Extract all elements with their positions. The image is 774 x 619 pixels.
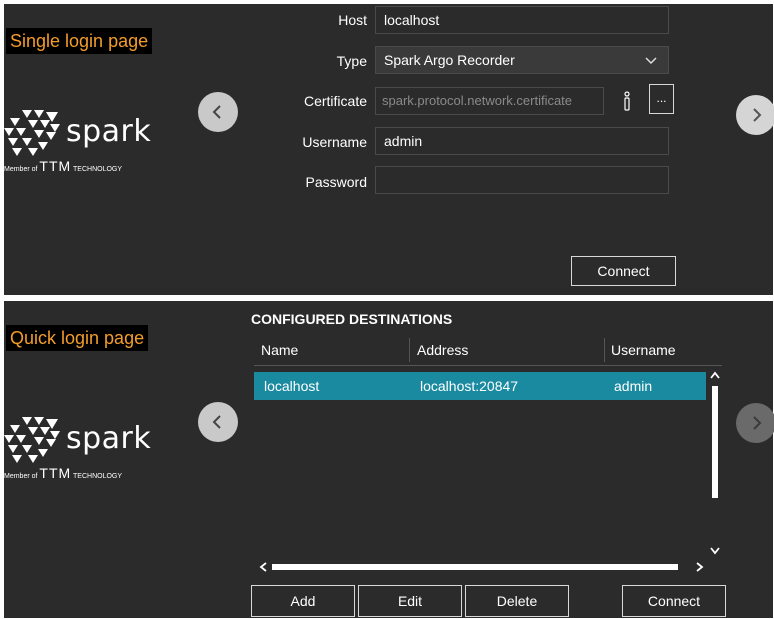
- logo-member-prefix: Member of: [4, 166, 38, 173]
- next-page-button[interactable]: [736, 95, 774, 135]
- delete-button[interactable]: Delete: [465, 585, 569, 617]
- logo-ttm: TTM: [39, 158, 72, 174]
- page-label: Quick login page: [6, 325, 149, 351]
- spark-logo: spark Member of TTM TECHNOLOGY: [4, 108, 164, 178]
- scroll-right-icon[interactable]: [695, 561, 705, 573]
- spark-logo-icon: [4, 110, 60, 156]
- info-icon[interactable]: [621, 88, 633, 114]
- logo-tagline: Member of TTM TECHNOLOGY: [4, 158, 122, 174]
- previous-page-button[interactable]: [198, 402, 238, 442]
- column-header-name[interactable]: Name: [261, 342, 298, 358]
- connect-button[interactable]: Connect: [622, 585, 726, 617]
- column-divider[interactable]: [604, 338, 605, 362]
- edit-button[interactable]: Edit: [358, 585, 462, 617]
- next-page-button[interactable]: [736, 403, 774, 443]
- spark-logo-icon: [4, 417, 60, 463]
- quick-login-panel: Quick login page spark Member of TTM TEC…: [4, 301, 774, 618]
- certificate-label: Certificate: [303, 93, 367, 109]
- previous-page-button[interactable]: [198, 92, 238, 132]
- configured-destinations-title: CONFIGURED DESTINATIONS: [251, 311, 453, 327]
- username-input[interactable]: admin: [375, 127, 669, 155]
- single-login-panel: Single login page spark Member of TTM TE…: [4, 4, 774, 295]
- scroll-left-icon[interactable]: [258, 561, 268, 573]
- logo-ttm: TTM: [39, 465, 72, 481]
- chevron-down-icon: [645, 57, 657, 65]
- logo-wordmark: spark: [66, 421, 152, 456]
- scroll-down-icon[interactable]: [709, 546, 721, 556]
- row-username: admin: [614, 378, 653, 394]
- column-divider[interactable]: [409, 338, 410, 362]
- chevron-right-icon: [753, 416, 762, 430]
- column-header-username[interactable]: Username: [611, 342, 676, 358]
- chevron-left-icon: [212, 105, 221, 119]
- type-select[interactable]: Spark Argo Recorder: [375, 46, 669, 74]
- logo-member-prefix: Member of: [4, 473, 38, 480]
- connect-button[interactable]: Connect: [571, 256, 676, 286]
- destinations-table: localhost localhost:20847 admin: [254, 365, 722, 590]
- spark-logo: spark Member of TTM TECHNOLOGY: [4, 415, 164, 485]
- vertical-scrollbar-thumb[interactable]: [712, 386, 718, 498]
- logo-technology: TECHNOLOGY: [73, 166, 123, 173]
- logo-tagline: Member of TTM TECHNOLOGY: [4, 465, 122, 481]
- page-label: Single login page: [6, 28, 153, 54]
- logo-wordmark: spark: [66, 114, 152, 149]
- table-row[interactable]: localhost localhost:20847 admin: [254, 372, 706, 400]
- horizontal-scrollbar-thumb[interactable]: [272, 564, 678, 570]
- host-input[interactable]: localhost: [375, 6, 669, 34]
- logo-technology: TECHNOLOGY: [73, 473, 123, 480]
- password-input[interactable]: [375, 166, 669, 194]
- chevron-left-icon: [212, 415, 221, 429]
- scroll-up-icon[interactable]: [709, 370, 721, 380]
- password-label: Password: [305, 174, 367, 190]
- column-header-address[interactable]: Address: [417, 342, 468, 358]
- type-label: Type: [336, 53, 367, 69]
- row-address: localhost:20847: [420, 378, 519, 394]
- browse-certificate-button[interactable]: ...: [649, 84, 674, 114]
- row-name: localhost: [264, 378, 320, 394]
- host-label: Host: [338, 12, 367, 28]
- certificate-input[interactable]: spark.protocol.network.certificate: [375, 87, 604, 115]
- chevron-right-icon: [753, 108, 762, 122]
- type-selected-value: Spark Argo Recorder: [384, 52, 515, 68]
- add-button[interactable]: Add: [251, 585, 355, 617]
- username-label: Username: [302, 134, 367, 150]
